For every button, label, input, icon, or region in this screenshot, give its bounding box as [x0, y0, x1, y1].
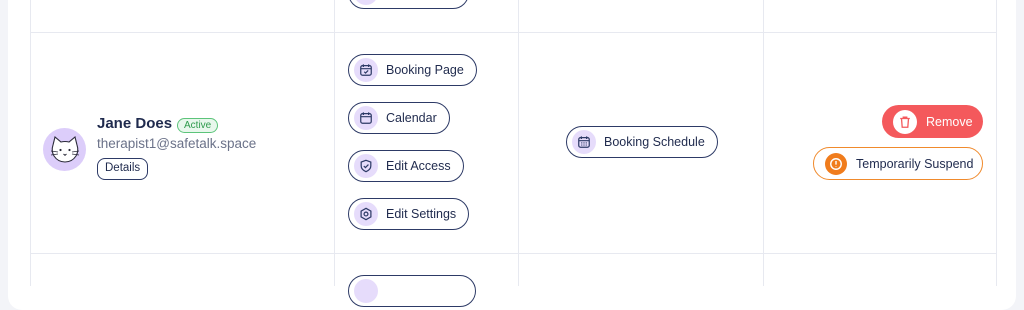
edit-access-label: Edit Access [386, 159, 451, 173]
calendar-button[interactable]: Calendar [348, 102, 450, 134]
calendar-check-icon [354, 279, 378, 303]
temporarily-suspend-label: Temporarily Suspend [856, 156, 974, 171]
user-email: therapist1@safetalk.space [97, 136, 257, 151]
table-border-right [996, 0, 997, 286]
edit-settings-label: Edit Settings [386, 207, 457, 221]
calendar-check-icon [354, 58, 378, 82]
booking-page-label: Booking Page [386, 63, 464, 77]
booking-schedule-label: Booking Schedule [604, 135, 705, 149]
calendar-grid-icon [572, 130, 596, 154]
edit-settings-button[interactable]: Edit Settings [348, 198, 470, 230]
status-badge: Active [177, 118, 219, 133]
calendar-label: Calendar [386, 111, 437, 125]
row-divider [30, 32, 996, 33]
calendar-icon [354, 106, 378, 130]
column-divider [334, 0, 335, 286]
remove-label: Remove [926, 114, 973, 129]
previous-row-action-button[interactable] [348, 0, 469, 9]
booking-schedule-button[interactable]: Booking Schedule [566, 126, 718, 158]
details-button[interactable]: Details [97, 158, 149, 180]
shield-check-icon [354, 154, 378, 178]
trash-icon [893, 109, 917, 134]
row-divider [30, 253, 996, 254]
user-name: Jane Does [97, 115, 173, 132]
column-divider [763, 0, 764, 286]
remove-button[interactable]: Remove [882, 105, 983, 138]
temporarily-suspend-button[interactable]: Temporarily Suspend [813, 147, 983, 180]
edit-access-button[interactable]: Edit Access [348, 150, 464, 182]
cat-avatar-icon [50, 135, 79, 163]
alert-circle-icon [825, 152, 847, 175]
gear-icon [354, 0, 378, 5]
gear-icon [354, 202, 378, 226]
booking-page-button[interactable]: Booking Page [348, 54, 477, 86]
column-divider [518, 0, 519, 286]
next-row-action-button[interactable] [348, 275, 476, 307]
table-border-left [30, 0, 31, 286]
avatar [43, 128, 86, 171]
